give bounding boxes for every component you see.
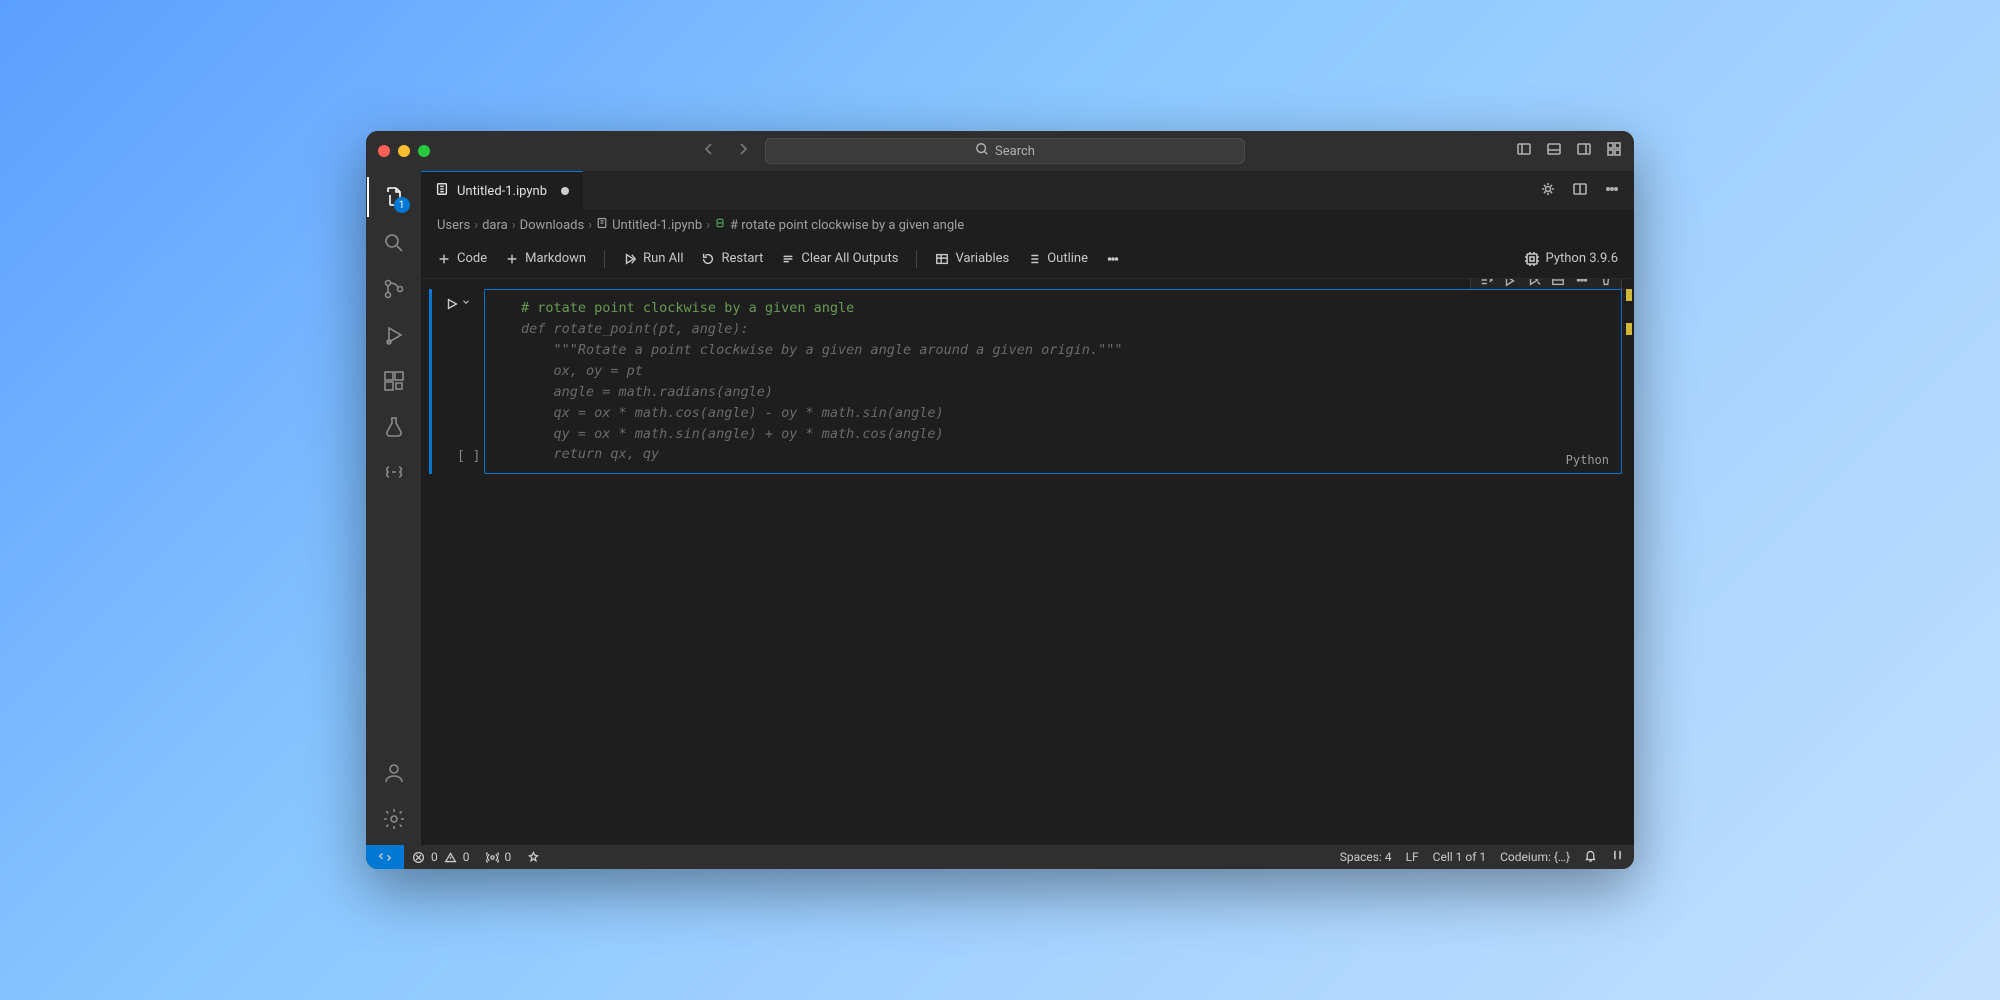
- command-search[interactable]: Search: [765, 138, 1245, 164]
- editor-actions: [1540, 171, 1634, 210]
- back-icon[interactable]: [701, 141, 717, 161]
- breadcrumb-seg[interactable]: dara: [482, 218, 508, 233]
- forward-icon[interactable]: [735, 141, 751, 161]
- extensions-icon[interactable]: [380, 367, 408, 395]
- window-controls: [378, 145, 430, 157]
- restart-button[interactable]: Restart: [701, 251, 763, 266]
- ghost-line: ox, oy = pt: [521, 361, 1601, 382]
- cell-focus-bar: [429, 289, 432, 474]
- notebook-file-icon: [435, 182, 449, 200]
- tab-title: Untitled-1.ipynb: [457, 184, 547, 199]
- clear-outputs-button[interactable]: Clear All Outputs: [781, 251, 898, 266]
- ghost-line: """Rotate a point clockwise by a given a…: [521, 340, 1601, 361]
- ghost-line: qx = ox * math.cos(angle) - oy * math.si…: [521, 403, 1601, 424]
- python-cell-icon: [714, 217, 726, 233]
- toolbar-separator: [916, 250, 917, 268]
- code-editor[interactable]: # rotate point clockwise by a given angl…: [484, 289, 1622, 474]
- ruler-mark: [1626, 289, 1632, 301]
- toolbar-separator: [604, 250, 605, 268]
- breadcrumb-seg[interactable]: # rotate point clockwise by a given angl…: [730, 218, 964, 233]
- eol-status[interactable]: LF: [1406, 850, 1419, 864]
- statusbar: 0 0 0 Spaces: 4 LF Cell 1 of 1 Codeium: …: [366, 845, 1634, 869]
- problems-status[interactable]: 0 0: [404, 850, 478, 864]
- window-body: 1 Untitled-1.ipynb: [366, 171, 1634, 845]
- source-control-icon[interactable]: [380, 275, 408, 303]
- error-count: 0: [431, 850, 438, 864]
- ports-count: 0: [505, 850, 512, 864]
- search-sidebar-icon[interactable]: [380, 229, 408, 257]
- kernel-label: Python 3.9.6: [1546, 251, 1618, 266]
- breadcrumb-seg[interactable]: Users: [437, 218, 470, 233]
- code-cell[interactable]: # rotate point clockwise by a given angl…: [429, 289, 1622, 474]
- ghost-line: angle = math.radians(angle): [521, 382, 1601, 403]
- minimize-window-button[interactable]: [398, 145, 410, 157]
- kernel-picker[interactable]: Python 3.9.6: [1524, 251, 1618, 267]
- more-actions-icon[interactable]: [1604, 181, 1620, 201]
- close-window-button[interactable]: [378, 145, 390, 157]
- customize-notebook-icon[interactable]: [1540, 181, 1556, 201]
- maximize-window-button[interactable]: [418, 145, 430, 157]
- testing-icon[interactable]: [380, 413, 408, 441]
- notebook-area: # rotate point clockwise by a given angl…: [421, 279, 1634, 845]
- cell-body: # rotate point clockwise by a given angl…: [484, 289, 1622, 474]
- ghost-line: qy = ox * math.sin(angle) + oy * math.co…: [521, 424, 1601, 445]
- search-placeholder: Search: [995, 144, 1035, 159]
- run-debug-icon[interactable]: [380, 321, 408, 349]
- code-line: # rotate point clockwise by a given angl…: [521, 298, 1601, 319]
- add-code-button[interactable]: Code: [437, 251, 487, 266]
- split-editor-icon[interactable]: [1572, 181, 1588, 201]
- cell-position-status[interactable]: Cell 1 of 1: [1433, 850, 1486, 864]
- settings-gear-icon[interactable]: [380, 805, 408, 833]
- ports-status[interactable]: 0: [478, 850, 520, 864]
- copilot-status[interactable]: [519, 851, 548, 864]
- remote-indicator[interactable]: [366, 845, 404, 869]
- panel-right-icon[interactable]: [1576, 141, 1592, 161]
- layout-grid-icon[interactable]: [1606, 141, 1622, 161]
- run-cell-button[interactable]: [440, 289, 476, 311]
- panel-bottom-icon[interactable]: [1546, 141, 1562, 161]
- account-icon[interactable]: [380, 759, 408, 787]
- indent-status[interactable]: Spaces: 4: [1340, 850, 1392, 864]
- modified-dot-icon: [561, 187, 569, 195]
- vscode-window: Search 1: [366, 131, 1634, 869]
- toolbar-overflow-icon[interactable]: [1106, 252, 1120, 266]
- codeium-brackets-icon[interactable]: [1611, 849, 1624, 865]
- run-all-button[interactable]: Run All: [623, 251, 683, 266]
- breadcrumb-seg[interactable]: Downloads: [520, 218, 585, 233]
- overview-ruler: [1626, 289, 1632, 335]
- search-icon: [975, 142, 989, 160]
- ghost-line: def rotate_point(pt, angle):: [521, 319, 1601, 340]
- tab-notebook[interactable]: Untitled-1.ipynb: [421, 171, 583, 210]
- ghost-line: return qx, qy: [521, 444, 1601, 465]
- breadcrumb-seg[interactable]: Untitled-1.ipynb: [612, 218, 702, 233]
- notebook-file-icon: [596, 217, 608, 233]
- execution-count: [ ]: [457, 447, 480, 467]
- panel-left-icon[interactable]: [1516, 141, 1532, 161]
- outline-button[interactable]: Outline: [1027, 251, 1088, 266]
- activity-bar: 1: [366, 171, 421, 845]
- notebook-toolbar: Code Markdown Run All Restart Clear: [421, 239, 1634, 279]
- editor-group: Untitled-1.ipynb Users› dara› Downloads›…: [421, 171, 1634, 845]
- codeium-icon[interactable]: [380, 459, 408, 487]
- history-nav: [701, 141, 751, 161]
- variables-button[interactable]: Variables: [935, 251, 1009, 266]
- warning-count: 0: [463, 850, 470, 864]
- explorer-icon[interactable]: 1: [380, 183, 408, 211]
- explorer-badge: 1: [394, 197, 410, 213]
- notifications-icon[interactable]: [1584, 849, 1597, 865]
- cell-language-label[interactable]: Python: [1566, 451, 1609, 470]
- ruler-mark: [1626, 323, 1632, 335]
- codeium-status[interactable]: Codeium: {…}: [1500, 850, 1570, 864]
- layout-controls: [1516, 141, 1622, 161]
- breadcrumb[interactable]: Users› dara› Downloads› Untitled-1.ipynb…: [421, 211, 1634, 239]
- add-markdown-button[interactable]: Markdown: [505, 251, 586, 266]
- tab-bar: Untitled-1.ipynb: [421, 171, 1634, 211]
- titlebar: Search: [366, 131, 1634, 171]
